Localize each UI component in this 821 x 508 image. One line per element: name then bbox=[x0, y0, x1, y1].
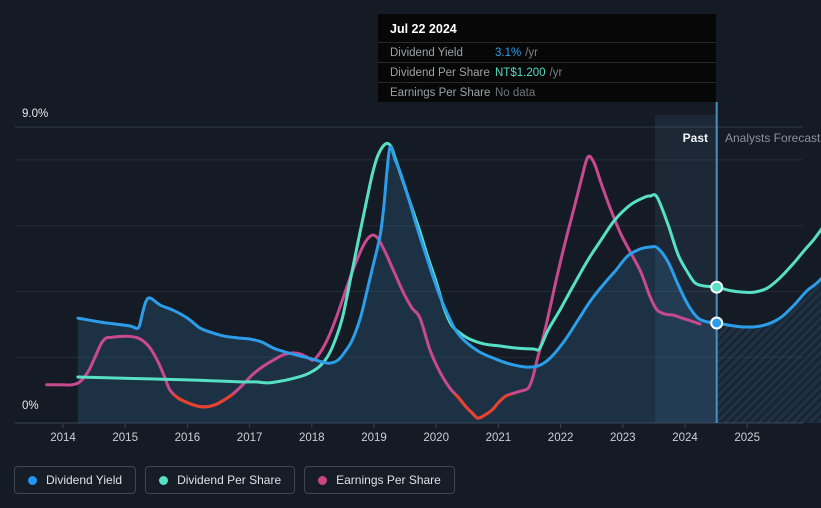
tooltip-row-label: Dividend Yield bbox=[390, 46, 463, 59]
x-axis-year-label: 2025 bbox=[734, 432, 760, 444]
tooltip-row-value: NT$1.200 bbox=[495, 66, 546, 79]
chart-tooltip: Jul 22 2024 Dividend Yield 3.1% /yr Divi… bbox=[378, 14, 716, 102]
x-axis-year-label: 2024 bbox=[672, 432, 698, 444]
legend-label: Dividend Yield bbox=[46, 473, 123, 487]
tooltip-row-value: No data bbox=[495, 86, 536, 99]
tooltip-row: Earnings Per Share No data bbox=[378, 82, 716, 102]
x-axis-year-label: 2017 bbox=[236, 432, 263, 444]
legend-item-dividend-per-share[interactable]: Dividend Per Share bbox=[145, 466, 296, 494]
x-axis-year-label: 2014 bbox=[50, 432, 76, 444]
x-axis-year-label: 2021 bbox=[485, 432, 512, 444]
x-axis-year-label: 2016 bbox=[174, 432, 201, 444]
legend-label: Earnings Per Share bbox=[336, 473, 441, 487]
x-axis-year-label: 2020 bbox=[423, 432, 449, 444]
today-marker-dot bbox=[710, 280, 724, 294]
dividend-chart-panel: 9.0% 0% Past Analysts Forecast 2014 2015 2… bbox=[0, 0, 821, 508]
chart-legend: Dividend Yield Dividend Per Share Earnin… bbox=[14, 466, 464, 494]
tooltip-date: Jul 22 2024 bbox=[390, 22, 457, 36]
tooltip-row: Dividend Per Share NT$1.200 /yr bbox=[378, 62, 716, 82]
tooltip-row-suffix: /yr bbox=[549, 66, 563, 79]
x-axis-year-label: 2015 bbox=[112, 432, 138, 444]
earnings-per-share-dot-icon bbox=[318, 475, 328, 485]
y-axis-zero-label: 0% bbox=[22, 400, 39, 412]
tooltip-row-label: Earnings Per Share bbox=[390, 86, 491, 99]
past-region-label: Past bbox=[682, 131, 708, 145]
today-marker-dot bbox=[710, 316, 724, 330]
legend-item-dividend-yield[interactable]: Dividend Yield bbox=[14, 466, 137, 494]
tooltip-row: Dividend Yield 3.1% /yr bbox=[378, 42, 716, 62]
dividend-yield-dot-icon bbox=[28, 475, 37, 485]
x-axis-year-label: 2019 bbox=[361, 432, 387, 444]
tooltip-row-label: Dividend Per Share bbox=[390, 66, 490, 79]
analysts-forecast-region-label: Analysts Forecast bbox=[725, 131, 821, 145]
tooltip-row-suffix: /yr bbox=[525, 46, 538, 59]
x-axis-year-label: 2018 bbox=[299, 432, 325, 444]
y-axis-max-label: 9.0% bbox=[22, 108, 49, 120]
x-axis-year-label: 2023 bbox=[610, 432, 636, 444]
legend-label: Dividend Per Share bbox=[177, 473, 282, 487]
legend-item-earnings-per-share[interactable]: Earnings Per Share bbox=[304, 466, 455, 494]
tooltip-row-value: 3.1% bbox=[495, 46, 522, 59]
dividend-per-share-dot-icon bbox=[159, 475, 169, 485]
x-axis-year-label: 2022 bbox=[547, 432, 574, 444]
